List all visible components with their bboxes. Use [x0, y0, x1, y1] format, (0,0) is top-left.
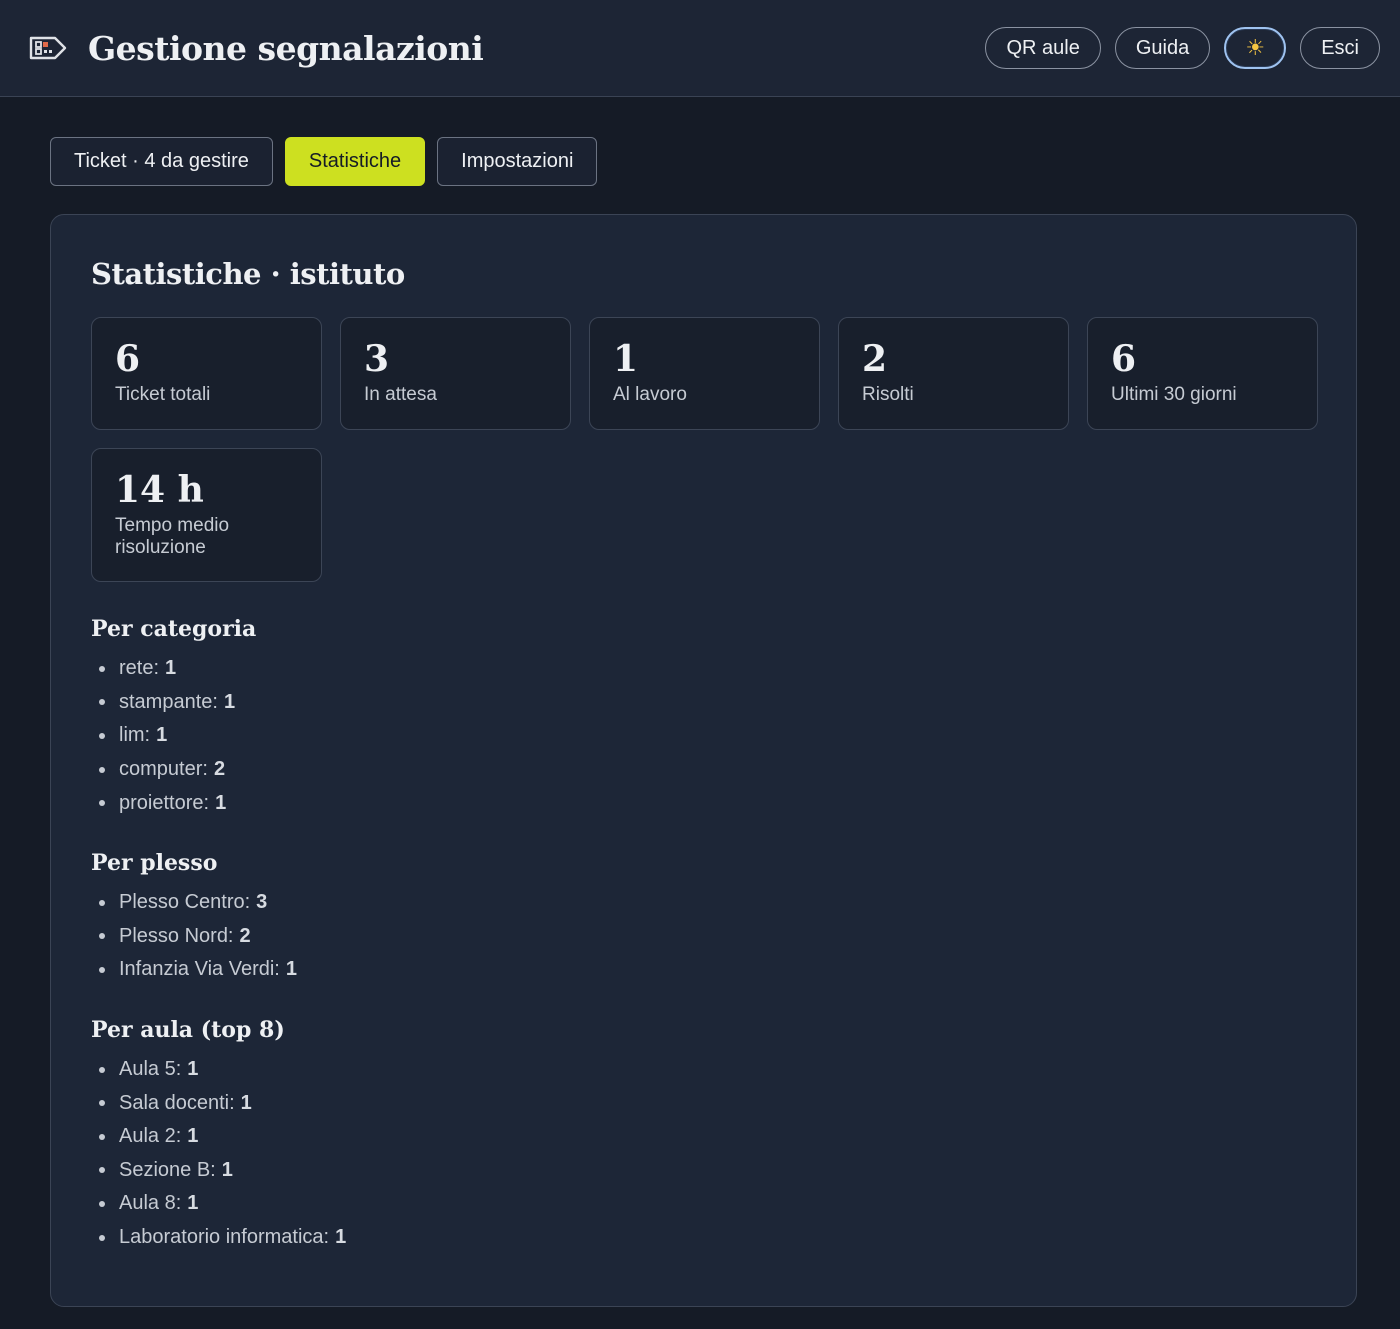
stat-card-in-progress: 1 Al lavoro: [589, 317, 820, 430]
stat-value: 14 h: [115, 469, 204, 511]
list-item-count: 2: [213, 758, 226, 781]
list-item: rete: 1: [91, 652, 1316, 686]
main-tabs: Ticket · 4 da gestire Statistiche Impost…: [0, 97, 1400, 186]
list-item: Aula 8: 1: [91, 1187, 1316, 1221]
list-item-name: stampante:: [119, 690, 218, 713]
list-item-name: Infanzia Via Verdi:: [119, 958, 280, 981]
stat-label: Ultimi 30 giorni: [1111, 383, 1237, 405]
list-item: stampante: 1: [91, 686, 1316, 720]
tab-settings[interactable]: Impostazioni: [437, 137, 598, 186]
stat-label: Tempo medio risoluzione: [115, 514, 230, 559]
qr-rooms-button[interactable]: QR aule: [985, 27, 1101, 69]
list-item: Plesso Nord: 2: [91, 920, 1316, 954]
list-item: computer: 2: [91, 753, 1316, 787]
list-item: Aula 5: 1: [91, 1053, 1316, 1087]
list-item-count: 1: [285, 958, 297, 981]
ticket-tag-icon: [28, 32, 68, 64]
stat-cards: 6 Ticket totali 3 In attesa 1 Al lavoro …: [91, 317, 1318, 582]
list-item-count: 1: [187, 1192, 199, 1215]
statistics-panel: Statistiche · istituto 6 Ticket totali 3…: [50, 214, 1357, 1307]
list-item-count: 1: [223, 690, 236, 713]
list-item: Infanzia Via Verdi: 1: [91, 953, 1316, 987]
list-item-name: Plesso Nord:: [119, 924, 234, 947]
category-list: rete: 1 stampante: 1 lim: 1 computer: 2 proi…: [91, 652, 1316, 820]
list-item-name: Aula 5:: [119, 1058, 182, 1081]
tab-statistics[interactable]: Statistiche: [284, 137, 426, 186]
list-item-name: computer:: [119, 758, 208, 781]
stat-label: Ticket totali: [115, 383, 211, 405]
list-item-name: Laboratorio informatica:: [119, 1226, 330, 1249]
stat-label: Al lavoro: [613, 383, 687, 405]
list-item-name: Sezione B:: [119, 1158, 216, 1181]
list-item-name: lim:: [119, 724, 151, 747]
list-item-count: 1: [240, 1091, 252, 1114]
guide-button[interactable]: Guida: [1114, 27, 1211, 69]
section-title-site: Per plesso: [91, 849, 218, 876]
panel-title: Statistiche · istituto: [91, 257, 405, 291]
list-item-count: 1: [187, 1125, 199, 1148]
list-item: Sala docenti: 1: [91, 1086, 1316, 1120]
list-item: Sezione B: 1: [91, 1154, 1316, 1188]
list-item-count: 1: [165, 657, 177, 680]
stat-card-resolved: 2 Risolti: [838, 317, 1069, 430]
list-item-name: Aula 2:: [119, 1125, 182, 1148]
list-item-count: 3: [256, 891, 268, 914]
list-item: Plesso Centro: 3: [91, 886, 1316, 920]
theme-toggle-button[interactable]: ☀: [1224, 27, 1287, 69]
list-item: proiettore: 1: [91, 786, 1316, 820]
stat-card-waiting: 3 In attesa: [340, 317, 571, 430]
list-item: lim: 1: [91, 719, 1316, 753]
app-title: Gestione segnalazioni: [88, 28, 484, 68]
stat-value: 6: [1111, 338, 1137, 380]
stat-value: 1: [613, 338, 639, 380]
stat-card-total: 6 Ticket totali: [91, 317, 322, 430]
list-item: Laboratorio informatica: 1: [91, 1221, 1316, 1255]
list-item-count: 2: [239, 924, 251, 947]
list-item: Aula 2: 1: [91, 1120, 1316, 1154]
stat-card-last-30-days: 6 Ultimi 30 giorni: [1087, 317, 1318, 430]
section-title-room: Per aula (top 8): [91, 1016, 285, 1043]
site-list: Plesso Centro: 3 Plesso Nord: 2 Infanzia V…: [91, 886, 1316, 987]
list-item-name: rete:: [119, 657, 160, 680]
list-item-count: 1: [335, 1226, 347, 1249]
stat-label: In attesa: [364, 383, 437, 405]
stat-value: 3: [364, 338, 390, 380]
list-item-name: Plesso Centro:: [119, 891, 251, 914]
list-item-name: Sala docenti:: [119, 1091, 235, 1114]
tab-ticket[interactable]: Ticket · 4 da gestire: [50, 137, 273, 186]
header-actions: QR aule Guida ☀ Esci: [985, 27, 1380, 69]
list-item-count: 1: [187, 1058, 199, 1081]
list-item-name: Aula 8:: [119, 1192, 182, 1215]
list-item-count: 1: [221, 1158, 233, 1181]
list-item-count: 1: [156, 724, 168, 747]
stat-value: 2: [862, 338, 888, 380]
room-list: Aula 5: 1 Sala docenti: 1 Aula 2: 1 Sezione…: [91, 1053, 1316, 1255]
list-item-count: 1: [215, 791, 227, 814]
top-bar: Gestione segnalazioni QR aule Guida ☀ Es…: [0, 0, 1400, 97]
list-item-name: proiettore:: [119, 791, 210, 814]
sun-icon: ☀: [1245, 35, 1266, 60]
stat-value: 6: [115, 338, 141, 380]
stat-card-avg-resolution: 14 h Tempo medio risoluzione: [91, 448, 322, 582]
stat-label: Risolti: [862, 383, 914, 405]
section-title-category: Per categoria: [91, 616, 257, 642]
logout-button[interactable]: Esci: [1300, 27, 1380, 69]
